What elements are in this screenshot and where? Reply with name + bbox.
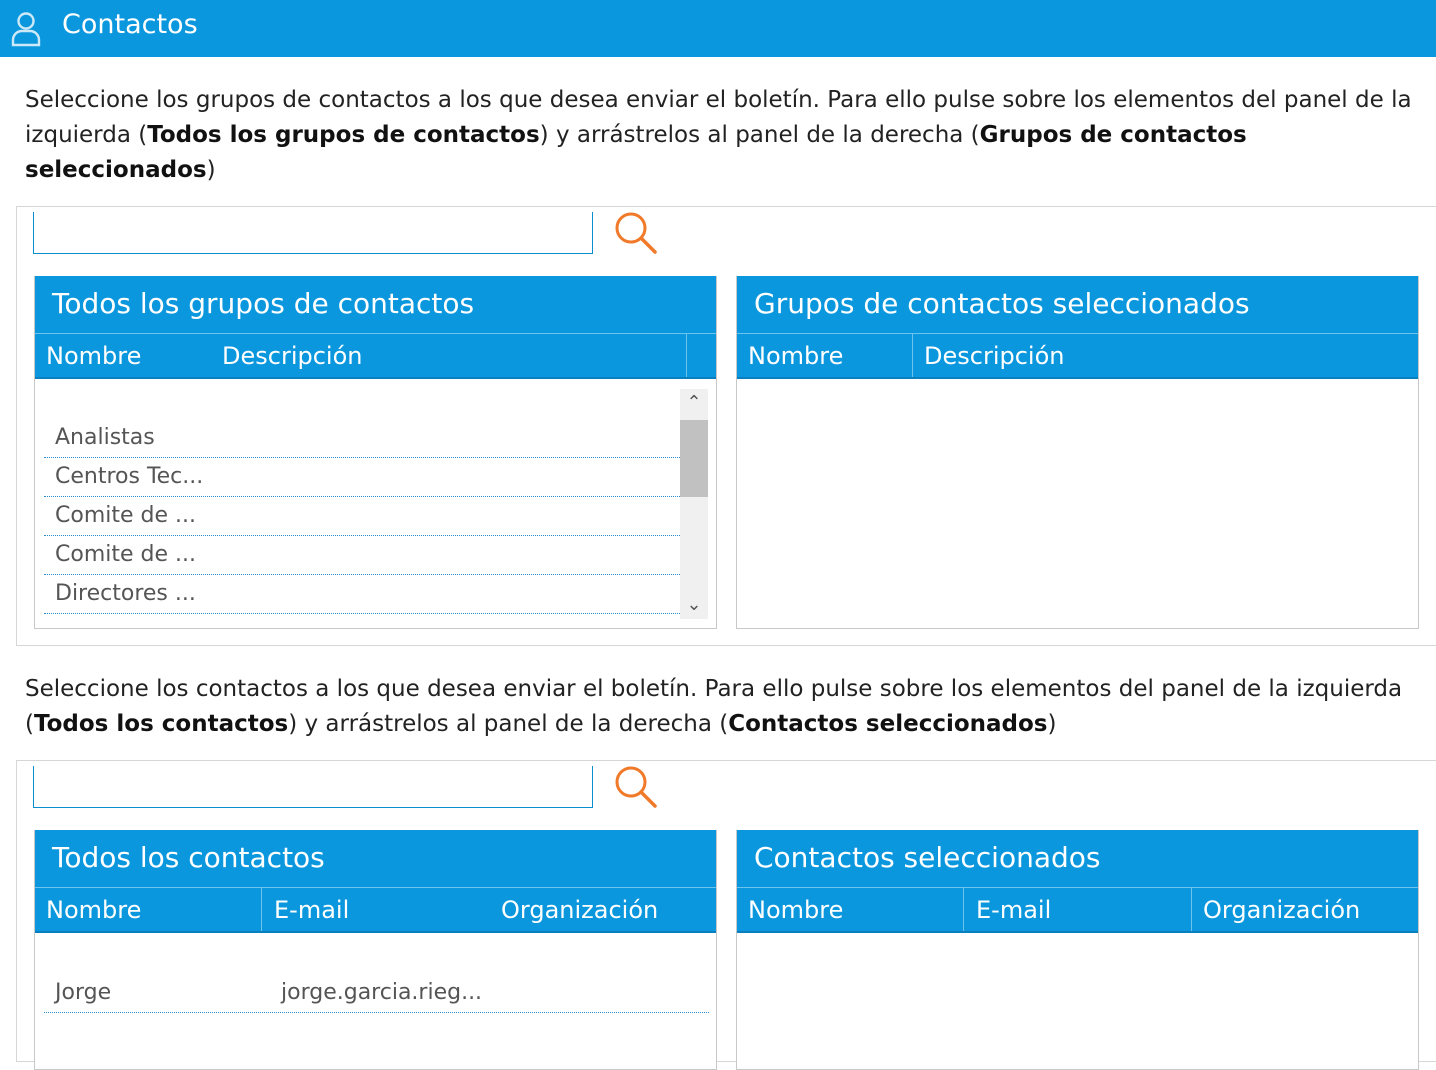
column-separator	[261, 888, 262, 931]
group-name: Centros Tec...	[55, 464, 204, 489]
scroll-down-icon[interactable]: ⌄	[680, 591, 708, 619]
contact-name: Jorge	[55, 980, 112, 1005]
instruction-text: )	[206, 157, 216, 183]
group-name: Comite de ...	[55, 503, 196, 528]
page-title: Contactos	[62, 9, 198, 40]
user-icon	[11, 12, 41, 47]
list-item[interactable]: Analistas	[44, 419, 680, 458]
scroll-thumb[interactable]	[680, 420, 708, 497]
scroll-up-icon[interactable]: ⌃	[680, 389, 708, 417]
instruction-text: )	[1047, 711, 1057, 737]
all-groups-title: Todos los grupos de contactos	[35, 276, 716, 334]
search-icon[interactable]	[612, 209, 660, 257]
groups-search-input[interactable]	[33, 212, 593, 254]
selected-contacts-column-header: Nombre E-mail Organización	[737, 888, 1418, 933]
all-groups-panel: Todos los grupos de contactos Nombre Des…	[34, 276, 717, 629]
list-item[interactable]: Centros Tec...	[44, 458, 680, 497]
column-nombre[interactable]: Nombre	[46, 896, 141, 924]
column-organizacion[interactable]: Organización	[501, 896, 658, 924]
column-separator	[686, 334, 687, 377]
search-icon[interactable]	[612, 763, 660, 811]
instruction-emphasis: Todos los grupos de contactos	[147, 122, 540, 148]
group-name: Analistas	[55, 425, 155, 450]
column-separator	[1191, 888, 1192, 931]
contacts-search-input[interactable]	[33, 766, 593, 808]
column-nombre[interactable]: Nombre	[46, 342, 141, 370]
instruction-text: ) y arrástrelos al panel de la derecha (	[288, 711, 729, 737]
column-email[interactable]: E-mail	[976, 896, 1051, 924]
all-contacts-panel: Todos los contactos Nombre E-mail Organi…	[34, 830, 717, 1070]
column-nombre[interactable]: Nombre	[748, 342, 843, 370]
column-email[interactable]: E-mail	[274, 896, 349, 924]
selected-groups-title: Grupos de contactos seleccionados	[737, 276, 1418, 334]
selected-groups-panel[interactable]: Grupos de contactos seleccionados Nombre…	[736, 276, 1419, 629]
contact-email: jorge.garcia.rieg...	[281, 980, 483, 1005]
list-item[interactable]: Comite de ...	[44, 497, 680, 536]
selected-contacts-title: Contactos seleccionados	[737, 830, 1418, 888]
column-organizacion[interactable]: Organización	[1203, 896, 1360, 924]
all-groups-column-header: Nombre Descripción	[35, 334, 716, 379]
column-descripcion[interactable]: Descripción	[222, 342, 362, 370]
all-groups-scrollbar[interactable]: ⌃ ⌄	[680, 389, 708, 619]
instruction-emphasis: Contactos seleccionados	[728, 711, 1048, 737]
instruction-text: ) y arrástrelos al panel de la derecha (	[539, 122, 980, 148]
selected-groups-column-header: Nombre Descripción	[737, 334, 1418, 379]
list-item[interactable]: Directores ...	[44, 575, 680, 614]
list-item[interactable]: Jorge jorge.garcia.rieg...	[44, 974, 709, 1013]
group-name: Directores ...	[55, 581, 196, 606]
instruction-emphasis: Todos los contactos	[33, 711, 289, 737]
selected-contacts-panel[interactable]: Contactos seleccionados Nombre E-mail Or…	[736, 830, 1419, 1070]
column-separator	[912, 334, 913, 377]
list-item[interactable]: Comite de ...	[44, 536, 680, 575]
app-header: Contactos	[0, 0, 1436, 57]
all-contacts-title: Todos los contactos	[35, 830, 716, 888]
column-nombre[interactable]: Nombre	[748, 896, 843, 924]
column-separator	[963, 888, 964, 931]
all-contacts-column-header: Nombre E-mail Organización	[35, 888, 716, 933]
contacts-instructions: Seleccione los contactos a los que desea…	[25, 672, 1415, 742]
groups-instructions: Seleccione los grupos de contactos a los…	[25, 83, 1415, 188]
group-name: Comite de ...	[55, 542, 196, 567]
column-descripcion[interactable]: Descripción	[924, 342, 1064, 370]
